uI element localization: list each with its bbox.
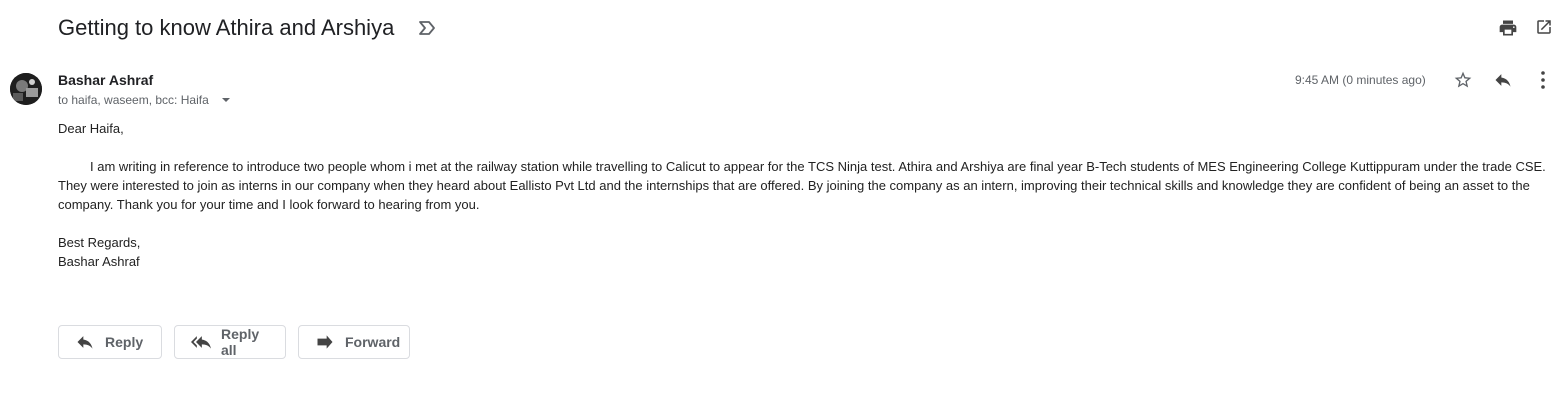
star-icon[interactable] xyxy=(1453,70,1473,90)
reply-button-label: Reply xyxy=(105,334,144,350)
reply-icon xyxy=(77,336,93,349)
forward-button-label: Forward xyxy=(345,334,401,350)
sender-name[interactable]: Bashar Ashraf xyxy=(58,71,153,89)
label-icon[interactable] xyxy=(417,19,437,37)
reply-all-icon xyxy=(191,336,211,349)
email-paragraph: I am writing in reference to introduce t… xyxy=(58,159,1546,212)
email-view: Getting to know Athira and Arshiya Basha… xyxy=(0,0,1560,417)
forward-icon xyxy=(317,335,333,349)
open-in-new-window-icon[interactable] xyxy=(1535,18,1553,36)
more-vertical-icon[interactable] xyxy=(1535,70,1551,90)
email-closing: Best Regards, xyxy=(58,235,141,250)
timestamp: 9:45 AM (0 minutes ago) xyxy=(1295,73,1426,87)
reply-all-button-label: Reply all xyxy=(221,326,260,358)
email-signature: Bashar Ashraf xyxy=(58,254,140,269)
print-icon[interactable] xyxy=(1498,18,1518,38)
email-greeting: Dear Haifa, xyxy=(58,121,124,136)
avatar[interactable] xyxy=(10,73,42,105)
forward-button[interactable]: Forward xyxy=(298,325,410,359)
reply-icon[interactable] xyxy=(1493,70,1513,90)
caret-down-icon[interactable] xyxy=(221,96,231,104)
email-subject: Getting to know Athira and Arshiya xyxy=(58,15,395,40)
recipients-line: to haifa, waseem, bcc: Haifa xyxy=(58,93,209,107)
reply-button[interactable]: Reply xyxy=(58,325,162,359)
email-body: Dear Haifa, I am writing in reference to… xyxy=(58,119,1550,271)
reply-all-button[interactable]: Reply all xyxy=(174,325,286,359)
